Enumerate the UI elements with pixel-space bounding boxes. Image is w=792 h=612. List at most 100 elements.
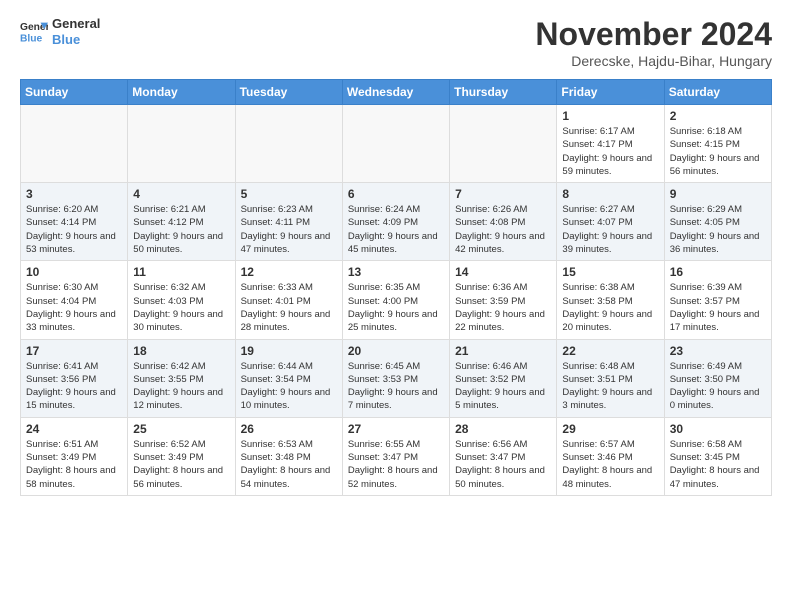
cell-content: Sunrise: 6:32 AMSunset: 4:03 PMDaylight:… — [133, 281, 229, 334]
logo-icon: General Blue — [20, 18, 48, 46]
day-number: 8 — [562, 187, 658, 201]
calendar-cell: 11 Sunrise: 6:32 AMSunset: 4:03 PMDayligh… — [128, 261, 235, 339]
day-number: 28 — [455, 422, 551, 436]
week-row-1: 1 Sunrise: 6:17 AMSunset: 4:17 PMDaylight… — [21, 105, 772, 183]
calendar-cell: 4 Sunrise: 6:21 AMSunset: 4:12 PMDaylight… — [128, 183, 235, 261]
cell-content: Sunrise: 6:18 AMSunset: 4:15 PMDaylight:… — [670, 125, 766, 178]
week-row-3: 10 Sunrise: 6:30 AMSunset: 4:04 PMDayligh… — [21, 261, 772, 339]
calendar-cell: 23Sunrise: 6:49 AMSunset: 3:50 PMDayligh… — [664, 339, 771, 417]
cell-content: Sunrise: 6:56 AMSunset: 3:47 PMDaylight:… — [455, 438, 551, 491]
day-number: 12 — [241, 265, 337, 279]
calendar-cell — [235, 105, 342, 183]
calendar-cell: 22 Sunrise: 6:48 AMSunset: 3:51 PMDayligh… — [557, 339, 664, 417]
calendar-cell: 30 Sunrise: 6:58 AMSunset: 3:45 PMDayligh… — [664, 417, 771, 495]
day-number: 4 — [133, 187, 229, 201]
col-header-sunday: Sunday — [21, 80, 128, 105]
svg-text:Blue: Blue — [20, 33, 43, 44]
calendar-cell: 24Sunrise: 6:51 AMSunset: 3:49 PMDayligh… — [21, 417, 128, 495]
calendar-cell: 15 Sunrise: 6:38 AMSunset: 3:58 PMDayligh… — [557, 261, 664, 339]
cell-content: Sunrise: 6:48 AMSunset: 3:51 PMDaylight:… — [562, 360, 658, 413]
cell-content: Sunrise: 6:21 AMSunset: 4:12 PMDaylight:… — [133, 203, 229, 256]
col-header-friday: Friday — [557, 80, 664, 105]
day-number: 6 — [348, 187, 444, 201]
day-number: 26 — [241, 422, 337, 436]
day-number: 29 — [562, 422, 658, 436]
day-number: 30 — [670, 422, 766, 436]
header-row: SundayMondayTuesdayWednesdayThursdayFrid… — [21, 80, 772, 105]
logo-general: General — [52, 16, 100, 32]
calendar-cell: 12 Sunrise: 6:33 AMSunset: 4:01 PMDayligh… — [235, 261, 342, 339]
day-number: 11 — [133, 265, 229, 279]
week-row-2: 3 Sunrise: 6:20 AMSunset: 4:14 PMDaylight… — [21, 183, 772, 261]
cell-content: Sunrise: 6:41 AMSunset: 3:56 PMDaylight:… — [26, 360, 122, 413]
calendar-cell: 27Sunrise: 6:55 AMSunset: 3:47 PMDayligh… — [342, 417, 449, 495]
cell-content: Sunrise: 6:51 AMSunset: 3:49 PMDaylight:… — [26, 438, 122, 491]
cell-content: Sunrise: 6:17 AMSunset: 4:17 PMDaylight:… — [562, 125, 658, 178]
cell-content: Sunrise: 6:57 AMSunset: 3:46 PMDaylight:… — [562, 438, 658, 491]
calendar-cell: 7 Sunrise: 6:26 AMSunset: 4:08 PMDaylight… — [450, 183, 557, 261]
calendar-cell: 18Sunrise: 6:42 AMSunset: 3:55 PMDayligh… — [128, 339, 235, 417]
day-number: 16 — [670, 265, 766, 279]
calendar-cell — [342, 105, 449, 183]
day-number: 21 — [455, 344, 551, 358]
day-number: 27 — [348, 422, 444, 436]
cell-content: Sunrise: 6:33 AMSunset: 4:01 PMDaylight:… — [241, 281, 337, 334]
col-header-thursday: Thursday — [450, 80, 557, 105]
calendar-cell: 16 Sunrise: 6:39 AMSunset: 3:57 PMDayligh… — [664, 261, 771, 339]
cell-content: Sunrise: 6:46 AMSunset: 3:52 PMDaylight:… — [455, 360, 551, 413]
calendar-cell — [21, 105, 128, 183]
cell-content: Sunrise: 6:30 AMSunset: 4:04 PMDaylight:… — [26, 281, 122, 334]
cell-content: Sunrise: 6:38 AMSunset: 3:58 PMDaylight:… — [562, 281, 658, 334]
cell-content: Sunrise: 6:53 AMSunset: 3:48 PMDaylight:… — [241, 438, 337, 491]
logo: General Blue General Blue — [20, 16, 100, 47]
cell-content: Sunrise: 6:36 AMSunset: 3:59 PMDaylight:… — [455, 281, 551, 334]
cell-content: Sunrise: 6:45 AMSunset: 3:53 PMDaylight:… — [348, 360, 444, 413]
calendar-cell: 14 Sunrise: 6:36 AMSunset: 3:59 PMDayligh… — [450, 261, 557, 339]
day-number: 10 — [26, 265, 122, 279]
calendar-cell: 6 Sunrise: 6:24 AMSunset: 4:09 PMDaylight… — [342, 183, 449, 261]
cell-content: Sunrise: 6:58 AMSunset: 3:45 PMDaylight:… — [670, 438, 766, 491]
calendar-cell: 19 Sunrise: 6:44 AMSunset: 3:54 PMDayligh… — [235, 339, 342, 417]
page: General Blue General Blue November 2024 … — [0, 0, 792, 612]
day-number: 25 — [133, 422, 229, 436]
calendar-cell: 13Sunrise: 6:35 AMSunset: 4:00 PMDayligh… — [342, 261, 449, 339]
day-number: 5 — [241, 187, 337, 201]
day-number: 14 — [455, 265, 551, 279]
calendar-cell: 17 Sunrise: 6:41 AMSunset: 3:56 PMDayligh… — [21, 339, 128, 417]
day-number: 3 — [26, 187, 122, 201]
cell-content: Sunrise: 6:24 AMSunset: 4:09 PMDaylight:… — [348, 203, 444, 256]
logo-blue: Blue — [52, 32, 100, 48]
day-number: 2 — [670, 109, 766, 123]
day-number: 19 — [241, 344, 337, 358]
calendar-cell: 20Sunrise: 6:45 AMSunset: 3:53 PMDayligh… — [342, 339, 449, 417]
calendar-cell: 5 Sunrise: 6:23 AMSunset: 4:11 PMDaylight… — [235, 183, 342, 261]
cell-content: Sunrise: 6:39 AMSunset: 3:57 PMDaylight:… — [670, 281, 766, 334]
day-number: 13 — [348, 265, 444, 279]
day-number: 15 — [562, 265, 658, 279]
calendar-cell: 25 Sunrise: 6:52 AMSunset: 3:49 PMDayligh… — [128, 417, 235, 495]
col-header-tuesday: Tuesday — [235, 80, 342, 105]
header: General Blue General Blue November 2024 … — [20, 16, 772, 69]
calendar-cell: 1 Sunrise: 6:17 AMSunset: 4:17 PMDaylight… — [557, 105, 664, 183]
cell-content: Sunrise: 6:27 AMSunset: 4:07 PMDaylight:… — [562, 203, 658, 256]
calendar-cell: 29 Sunrise: 6:57 AMSunset: 3:46 PMDayligh… — [557, 417, 664, 495]
day-number: 17 — [26, 344, 122, 358]
cell-content: Sunrise: 6:42 AMSunset: 3:55 PMDaylight:… — [133, 360, 229, 413]
cell-content: Sunrise: 6:26 AMSunset: 4:08 PMDaylight:… — [455, 203, 551, 256]
calendar-cell: 9 Sunrise: 6:29 AMSunset: 4:05 PMDaylight… — [664, 183, 771, 261]
cell-content: Sunrise: 6:44 AMSunset: 3:54 PMDaylight:… — [241, 360, 337, 413]
cell-content: Sunrise: 6:29 AMSunset: 4:05 PMDaylight:… — [670, 203, 766, 256]
calendar-cell: 21 Sunrise: 6:46 AMSunset: 3:52 PMDayligh… — [450, 339, 557, 417]
calendar-cell: 3 Sunrise: 6:20 AMSunset: 4:14 PMDaylight… — [21, 183, 128, 261]
day-number: 7 — [455, 187, 551, 201]
col-header-saturday: Saturday — [664, 80, 771, 105]
calendar-cell: 8 Sunrise: 6:27 AMSunset: 4:07 PMDaylight… — [557, 183, 664, 261]
day-number: 9 — [670, 187, 766, 201]
cell-content: Sunrise: 6:23 AMSunset: 4:11 PMDaylight:… — [241, 203, 337, 256]
day-number: 22 — [562, 344, 658, 358]
day-number: 1 — [562, 109, 658, 123]
cell-content: Sunrise: 6:20 AMSunset: 4:14 PMDaylight:… — [26, 203, 122, 256]
title-block: November 2024 Derecske, Hajdu-Bihar, Hun… — [535, 16, 772, 69]
cell-content: Sunrise: 6:52 AMSunset: 3:49 PMDaylight:… — [133, 438, 229, 491]
calendar-table: SundayMondayTuesdayWednesdayThursdayFrid… — [20, 79, 772, 496]
